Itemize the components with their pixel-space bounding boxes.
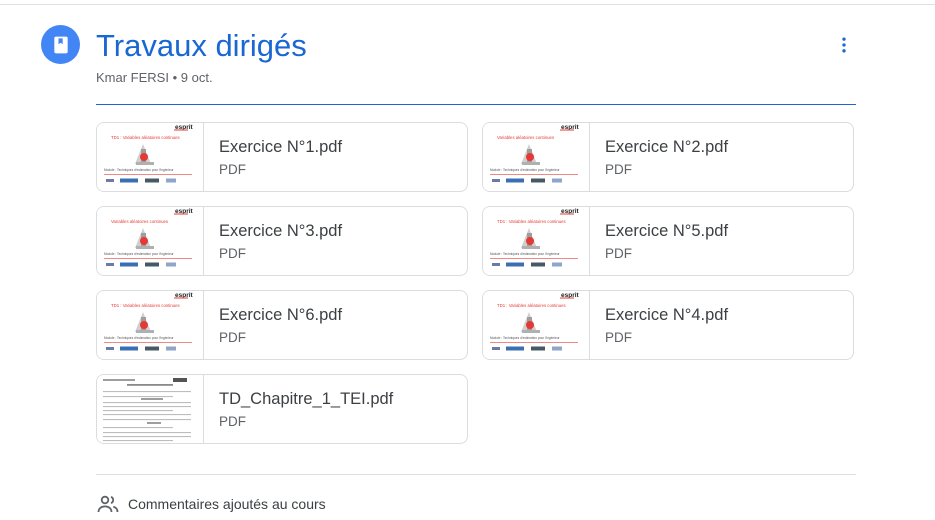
attachment-card[interactable]: TD_Chapitre_1_TEI.pdf PDF	[96, 374, 468, 444]
more-options-button[interactable]	[830, 31, 858, 59]
author-name: Kmar FERSI	[96, 70, 169, 85]
pdf-thumbnail: esprit TD1 : Variables aléatoires continu…	[483, 291, 590, 359]
comments-divider	[96, 474, 856, 475]
pdf-thumbnail: esprit Variables aléatoires continues Modu…	[483, 123, 590, 191]
attachment-type: PDF	[605, 330, 632, 345]
thumb-heading: Variables aléatoires continues	[111, 219, 168, 224]
assignment-meta: Kmar FERSI • 9 oct.	[96, 70, 213, 85]
pdf-thumbnail: esprit TD1 : Variables aléatoires continu…	[483, 207, 590, 275]
pdf-thumbnail: esprit Variables aléatoires continues Modu…	[97, 207, 204, 275]
thumb-subtitle: Module : Techniques d'estimation pour l'…	[490, 252, 560, 256]
thumb-heading: Variables aléatoires continues	[497, 135, 554, 140]
top-divider	[0, 4, 935, 5]
attachment-card[interactable]: esprit TD1 : Variables aléatoires continu…	[482, 290, 854, 360]
attachment-type: PDF	[219, 162, 246, 177]
thumb-subtitle: Module : Techniques d'estimation pour l'…	[104, 336, 174, 340]
pdf-thumbnail: esprit TD1 : Variables aléatoires continu…	[97, 123, 204, 191]
header-divider	[96, 104, 856, 105]
attachment-card[interactable]: esprit Variables aléatoires continues Modu…	[96, 206, 468, 276]
attachment-type: PDF	[219, 414, 246, 429]
thumb-heading: TD1 : Variables aléatoires continues	[497, 219, 566, 224]
attachment-type: PDF	[219, 246, 246, 261]
attachment-type: PDF	[605, 246, 632, 261]
pdf-thumbnail	[97, 375, 204, 443]
thumb-heading: TD1 : Variables aléatoires continues	[111, 135, 180, 140]
attachment-type: PDF	[219, 330, 246, 345]
attachment-name: Exercice N°2.pdf	[605, 138, 729, 156]
thumb-subtitle: Module : Techniques d'estimation pour l'…	[490, 336, 560, 340]
class-comments-label: Commentaires ajoutés au cours	[128, 496, 326, 512]
attachment-name: Exercice N°1.pdf	[219, 138, 343, 156]
pdf-thumbnail: esprit TD1 : Variables aléatoires continu…	[97, 291, 204, 359]
meta-separator: •	[172, 70, 178, 85]
thumb-heading: TD1 : Variables aléatoires continues	[497, 303, 566, 308]
attachment-name: Exercice N°4.pdf	[605, 306, 729, 324]
attachment-name: Exercice N°3.pdf	[219, 222, 343, 240]
attachment-card[interactable]: esprit TD1 : Variables aléatoires continu…	[96, 290, 468, 360]
book-icon	[41, 25, 80, 64]
people-icon	[97, 495, 119, 513]
thumb-heading: TD1 : Variables aléatoires continues	[111, 303, 180, 308]
thumb-subtitle: Module : Techniques d'estimation pour l'…	[490, 168, 560, 172]
attachment-type: PDF	[605, 162, 632, 177]
attachment-card[interactable]: esprit TD1 : Variables aléatoires continu…	[482, 206, 854, 276]
attachment-card[interactable]: esprit TD1 : Variables aléatoires continu…	[96, 122, 468, 192]
post-date: 9 oct.	[180, 70, 213, 85]
attachment-name: Exercice N°6.pdf	[219, 306, 343, 324]
more-vert-icon	[842, 37, 846, 53]
attachment-name: TD_Chapitre_1_TEI.pdf	[219, 390, 394, 408]
thumb-subtitle: Module : Techniques d'estimation pour l'…	[104, 252, 174, 256]
attachment-card[interactable]: esprit Variables aléatoires continues Modu…	[482, 122, 854, 192]
class-comments-link[interactable]: Commentaires ajoutés au cours	[96, 492, 326, 516]
assignment-title: Travaux dirigés	[96, 28, 307, 63]
attachment-name: Exercice N°5.pdf	[605, 222, 729, 240]
thumb-subtitle: Module : Techniques d'estimation pour l'…	[104, 168, 174, 172]
